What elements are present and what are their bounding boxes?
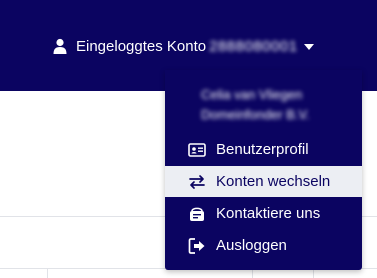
menu-item-label: Benutzerprofil — [216, 141, 309, 158]
logout-icon — [188, 237, 206, 255]
account-id: 2888080001 — [209, 37, 298, 55]
account-dropdown-toggle[interactable]: Eingeloggtes Konto 2888080001 — [52, 35, 314, 57]
chevron-down-icon — [303, 44, 314, 50]
menu-item-label: Ausloggen — [216, 237, 287, 254]
user-icon — [52, 38, 68, 54]
company-info: Celia van Vliegen Domeinfonder B.V. — [201, 85, 310, 125]
switch-arrows-icon — [188, 173, 206, 191]
menu-item-logout[interactable]: Ausloggen — [165, 230, 362, 261]
menu-item-profile[interactable]: Benutzerprofil — [165, 134, 362, 165]
account-label: Eingeloggtes Konto — [76, 37, 207, 55]
company-line-1: Celia van Vliegen — [201, 87, 303, 102]
table-column-divider — [47, 268, 48, 278]
menu-item-contact[interactable]: Kontaktiere uns — [165, 198, 362, 229]
menu-item-switch-accounts[interactable]: Konten wechseln — [165, 166, 362, 197]
menu-item-label: Kontaktiere uns — [216, 205, 321, 222]
account-dropdown-menu: Celia van Vliegen Domeinfonder B.V. Benu… — [165, 70, 362, 270]
menu-item-label: Konten wechseln — [216, 173, 331, 190]
company-line-2: Domeinfonder B.V. — [201, 107, 310, 122]
contact-icon — [188, 205, 206, 223]
id-card-icon — [188, 141, 206, 159]
